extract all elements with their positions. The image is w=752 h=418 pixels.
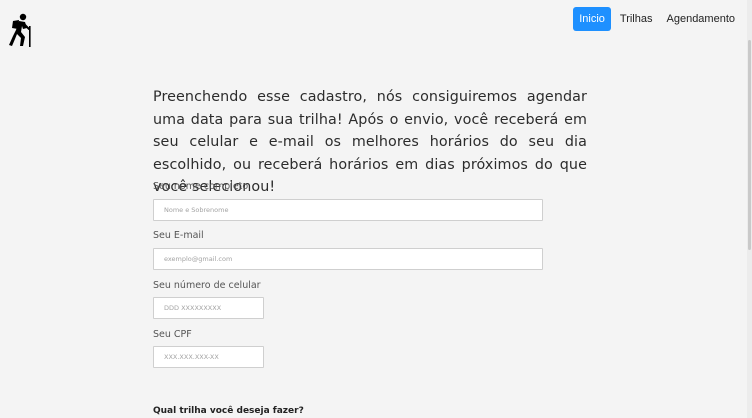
page-scrollbar[interactable] (747, 0, 752, 418)
name-input[interactable] (153, 199, 543, 221)
scrollbar-thumb[interactable] (748, 40, 751, 250)
cpf-label: Seu CPF (153, 329, 192, 340)
name-label: Seu nome completo (153, 181, 249, 192)
hiker-icon[interactable] (6, 13, 36, 47)
nav-agendamento[interactable]: Agendamento (662, 7, 741, 31)
nav-inicio[interactable]: Inicio (573, 7, 611, 31)
phone-label: Seu número de celular (153, 280, 261, 291)
email-label: Seu E-mail (153, 230, 204, 241)
phone-input[interactable] (153, 297, 264, 319)
nav-trilhas[interactable]: Trilhas (615, 7, 658, 31)
trail-question: Qual trilha você deseja fazer? (153, 406, 304, 416)
main-nav: Inicio Trilhas Agendamento (573, 7, 740, 31)
email-input[interactable] (153, 248, 543, 270)
cpf-input[interactable] (153, 346, 264, 368)
